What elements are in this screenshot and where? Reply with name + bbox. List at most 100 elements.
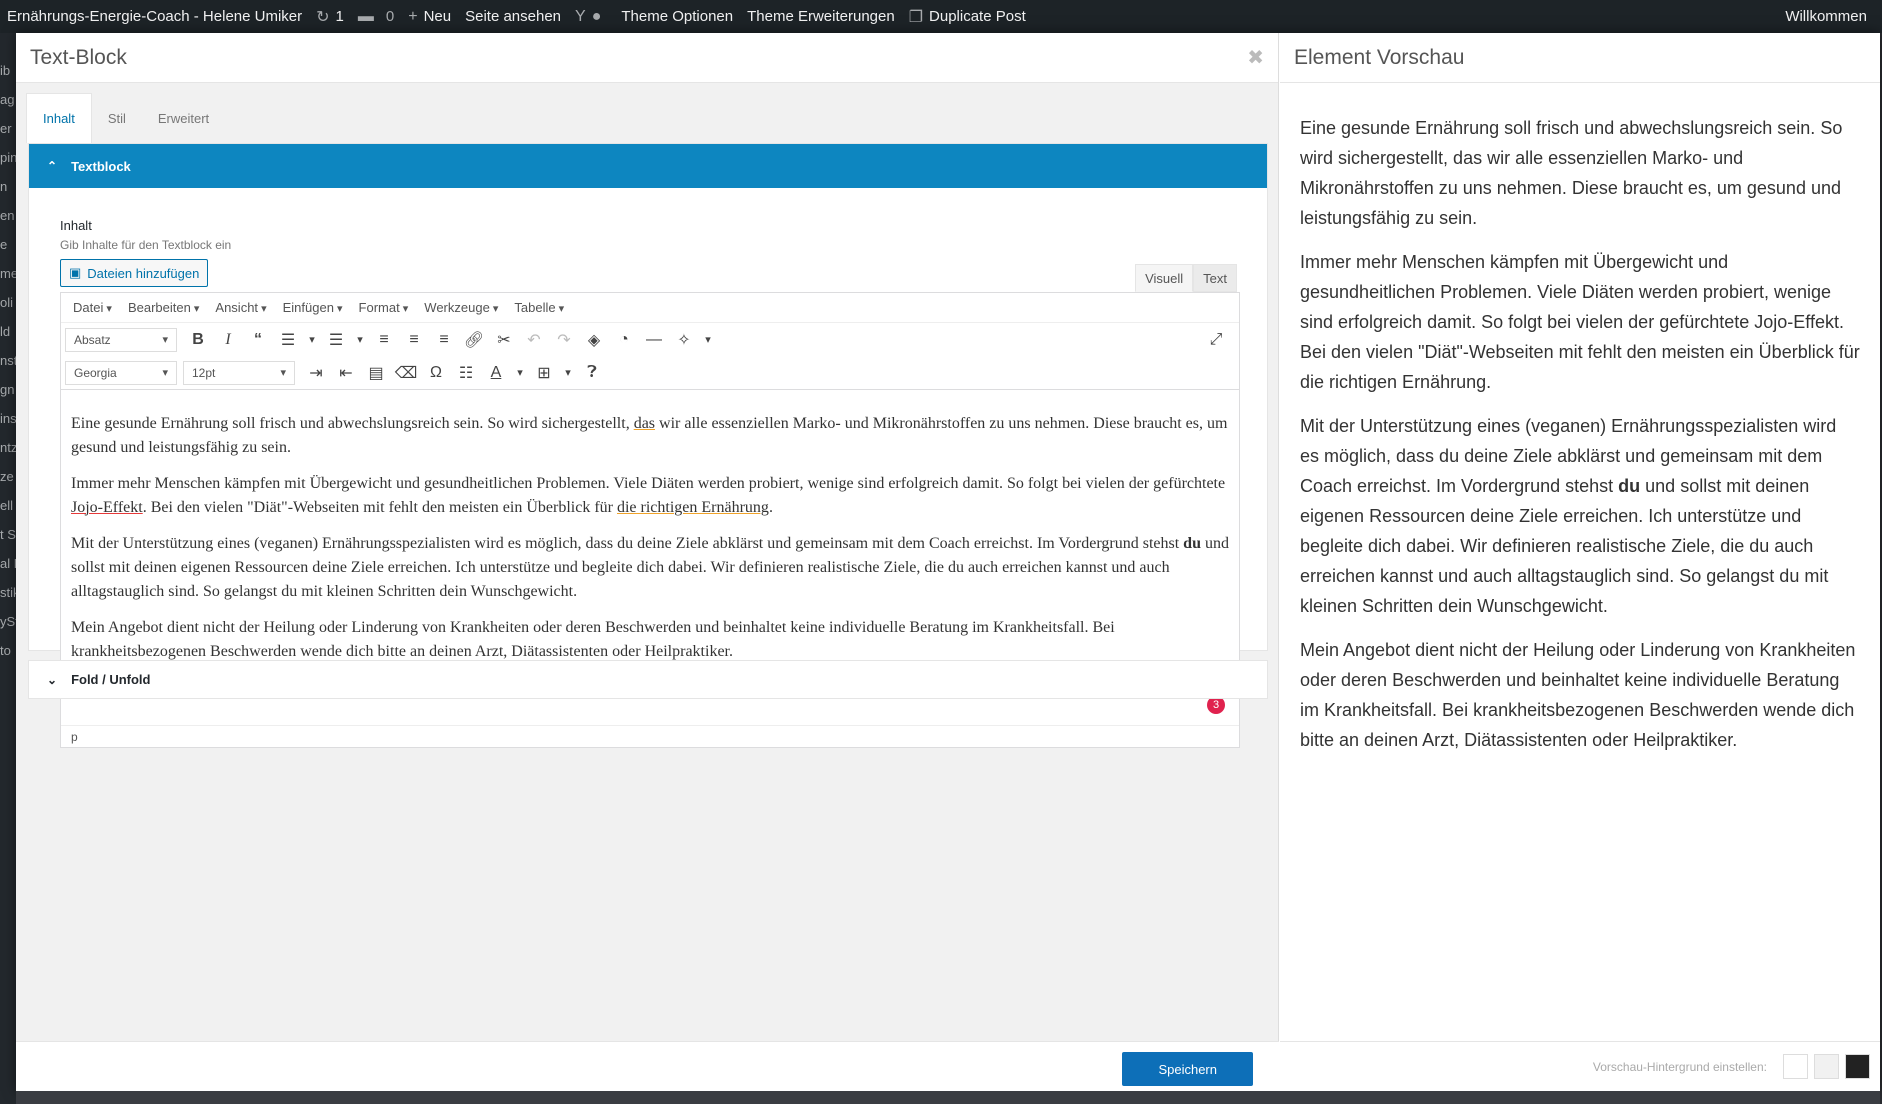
textblock-section-toggle[interactable]: ⌃ Textblock — [29, 144, 1267, 188]
redo-icon[interactable]: ↷ — [549, 326, 579, 354]
yoast-link[interactable]: Y ● — [568, 0, 614, 33]
theme-options-link[interactable]: Theme Optionen — [614, 0, 740, 33]
horizontal-line-icon[interactable]: — — [639, 326, 669, 354]
plus-icon: + — [408, 7, 418, 25]
duplicate-post-link[interactable]: ❐ Duplicate Post — [902, 0, 1033, 33]
tab-visual[interactable]: Visuell — [1135, 264, 1194, 292]
sidebar-item-fragment[interactable]: me — [0, 266, 16, 281]
save-button[interactable]: Speichern — [1122, 1052, 1253, 1086]
view-page-link[interactable]: Seite ansehen — [458, 0, 568, 33]
swatch-white[interactable] — [1783, 1054, 1808, 1079]
fold-section-toggle[interactable]: ⌄ Fold / Unfold — [29, 661, 1267, 698]
sidebar-item-fragment[interactable]: er — [0, 121, 12, 136]
font-size-select[interactable]: 12pt — [183, 360, 295, 385]
preview-bg-label: Vorschau-Hintergrund einstellen: — [1592, 1059, 1767, 1074]
sidebar-item-fragment[interactable]: pin — [0, 150, 16, 165]
bold-icon[interactable]: B — [183, 326, 213, 354]
sidebar-item-fragment[interactable]: ze — [0, 469, 14, 484]
menu-tabelle[interactable]: Tabelle — [506, 300, 572, 315]
sidebar-item-fragment[interactable]: ib — [0, 63, 10, 78]
sidebar-item-fragment[interactable]: ell — [0, 498, 13, 513]
preview-paragraph: Eine gesunde Ernährung soll frisch und a… — [1300, 118, 1843, 228]
site-name-link[interactable]: Ernährungs-Energie-Coach - Helene Umiker — [0, 0, 309, 33]
sidebar-item-fragment[interactable]: t S — [0, 527, 16, 542]
chevron-down-icon[interactable]: ▾ — [511, 359, 529, 387]
menu-ansicht[interactable]: Ansicht — [207, 300, 274, 315]
omega-icon[interactable]: Ω — [421, 359, 451, 387]
sidebar-item-fragment[interactable]: gn — [0, 382, 14, 397]
italic-icon[interactable]: I — [213, 326, 243, 354]
account-link[interactable]: Willkommen — [1778, 0, 1874, 33]
field-label: Inhalt — [60, 218, 92, 233]
sidebar-item-fragment[interactable]: ld — [0, 324, 10, 339]
align-left-icon[interactable]: ≡ — [369, 326, 399, 354]
new-content-link[interactable]: + Neu — [401, 0, 458, 33]
spelling-highlight: Jojo-Effekt — [71, 499, 143, 516]
link-icon[interactable]: 🔗︎ — [459, 326, 489, 354]
chevron-down-icon[interactable]: ▾ — [699, 326, 717, 354]
align-right-icon[interactable]: ≡ — [429, 326, 459, 354]
grammar-highlight: das — [633, 415, 656, 432]
menu-werkzeuge[interactable]: Werkzeuge — [416, 300, 506, 315]
fullscreen-icon[interactable]: ⤢ — [1201, 326, 1231, 354]
tab-inhalt[interactable]: Inhalt — [26, 93, 92, 143]
swatch-light-gray[interactable] — [1814, 1054, 1839, 1079]
undo-icon[interactable]: ↶ — [519, 326, 549, 354]
sidebar-item-fragment[interactable]: al F — [0, 556, 16, 571]
comments-link[interactable]: ▬ 0 — [351, 0, 401, 33]
textblock-section: ⌃ Textblock Inhalt Gib Inhalte für den T… — [28, 143, 1268, 748]
menu-format[interactable]: Format — [351, 300, 417, 315]
sidebar-item-fragment[interactable]: nst — [0, 353, 16, 368]
magic-wand-icon[interactable]: ✧ — [669, 326, 699, 354]
outdent-icon[interactable]: ⇤ — [331, 359, 361, 387]
help-icon[interactable]: ❓︎ — [577, 359, 607, 387]
theme-options-label: Theme Optionen — [621, 8, 734, 25]
comments-count: 0 — [385, 8, 395, 25]
menu-einfuegen[interactable]: Einfügen — [275, 300, 351, 315]
chevron-down-icon[interactable]: ▾ — [559, 359, 577, 387]
menu-datei[interactable]: Datei — [65, 300, 120, 315]
layers-icon[interactable]: ◈ — [579, 326, 609, 354]
sidebar-item-fragment[interactable]: n — [0, 179, 7, 194]
pie-chart-icon[interactable]: ◔ — [609, 326, 639, 354]
element-path[interactable]: p — [71, 730, 78, 744]
sidebar-item-fragment[interactable]: ntz — [0, 440, 16, 455]
tab-text[interactable]: Text — [1193, 264, 1237, 292]
sidebar-item-fragment[interactable]: ySt — [0, 614, 16, 629]
eraser-icon[interactable]: ⌫ — [391, 359, 421, 387]
chevron-down-icon[interactable]: ▾ — [351, 326, 369, 354]
blockquote-icon[interactable]: “ — [243, 326, 273, 354]
font-family-select[interactable]: Georgia — [65, 360, 177, 385]
paste-icon[interactable]: ▤ — [361, 359, 391, 387]
sidebar-item-fragment[interactable]: to — [0, 643, 11, 658]
theme-extensions-link[interactable]: Theme Erweiterungen — [740, 0, 902, 33]
theme-extensions-label: Theme Erweiterungen — [747, 8, 895, 25]
table-icon[interactable]: ⊞ — [529, 359, 559, 387]
sidebar-item-fragment[interactable]: e — [0, 237, 7, 252]
add-media-button[interactable]: ▣ Dateien hinzufügen — [60, 259, 209, 287]
swatch-dark[interactable] — [1845, 1054, 1870, 1079]
sidebar-item-fragment[interactable]: en — [0, 208, 14, 223]
status-dot-icon: ● — [591, 7, 602, 25]
sidebar-item-fragment[interactable]: oli — [0, 295, 13, 310]
tab-erweitert[interactable]: Erweitert — [142, 93, 225, 143]
text-run: Eine gesunde Ernährung soll frisch und a… — [71, 415, 634, 432]
editor-paragraph: Mit der Unterstützung eines (veganen) Er… — [71, 532, 1230, 604]
admin-bar: Ernährungs-Energie-Coach - Helene Umiker… — [0, 0, 1882, 33]
numbered-list-icon[interactable]: ☰ — [321, 326, 351, 354]
sidebar-item-fragment[interactable]: stik — [0, 585, 16, 600]
unlink-icon[interactable]: ✂ — [489, 326, 519, 354]
text-color-icon[interactable]: A — [481, 359, 511, 387]
close-icon[interactable]: ✖ — [1247, 45, 1264, 70]
sidebar-item-fragment[interactable]: ag — [0, 92, 14, 107]
sidebar-item-fragment[interactable]: ins — [0, 411, 16, 426]
updates-link[interactable]: ↻ 1 — [309, 0, 351, 33]
bullet-list-icon[interactable]: ☰ — [273, 326, 303, 354]
align-center-icon[interactable]: ≡ — [399, 326, 429, 354]
indent-icon[interactable]: ⇥ — [301, 359, 331, 387]
tab-stil[interactable]: Stil — [92, 93, 142, 143]
page-break-icon[interactable]: ☷ — [451, 359, 481, 387]
menu-bearbeiten[interactable]: Bearbeiten — [120, 300, 207, 315]
chevron-down-icon[interactable]: ▾ — [303, 326, 321, 354]
block-format-select[interactable]: Absatz — [65, 327, 177, 352]
